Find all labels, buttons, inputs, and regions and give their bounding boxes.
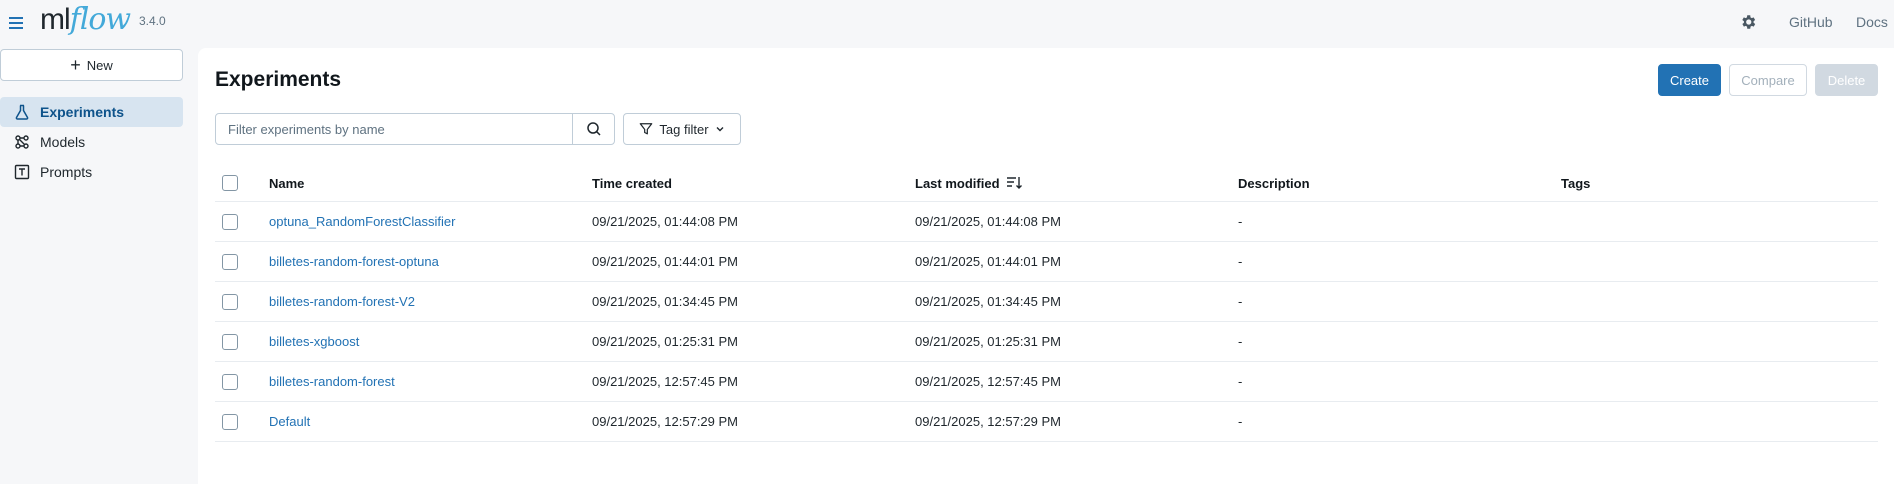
experiment-name-link[interactable]: billetes-random-forest (269, 362, 395, 401)
last-modified: 09/21/2025, 12:57:29 PM (915, 414, 1062, 429)
last-modified: 09/21/2025, 01:34:45 PM (915, 294, 1062, 309)
column-header-tags: Tags (1561, 175, 1591, 191)
gear-icon[interactable] (1739, 13, 1757, 31)
table-row: billetes-random-forest-V2 09/21/2025, 01… (215, 282, 1878, 322)
sidebar-item-label: Models (40, 134, 86, 150)
last-modified: 09/21/2025, 01:44:08 PM (915, 214, 1062, 229)
docs-link[interactable]: Docs (1856, 14, 1888, 30)
sidebar-item-experiments[interactable]: Experiments (0, 97, 183, 127)
plus-icon: + (70, 55, 81, 75)
table-row: optuna_RandomForestClassifier 09/21/2025… (215, 202, 1878, 242)
sidebar-item-label: Prompts (40, 164, 93, 180)
column-header-description: Description (1238, 175, 1310, 191)
time-created: 09/21/2025, 01:34:45 PM (592, 294, 739, 309)
top-bar: ml flow 3.4.0 GitHub Docs (0, 0, 1894, 48)
sidebar-item-prompts[interactable]: Prompts (0, 157, 183, 187)
table-row: billetes-random-forest-optuna 09/21/2025… (215, 242, 1878, 282)
description: - (1238, 294, 1243, 309)
version-label: 3.4.0 (139, 14, 166, 28)
tag-filter-label: Tag filter (659, 121, 709, 137)
menu-icon[interactable] (8, 12, 30, 34)
search-input[interactable] (216, 114, 572, 144)
last-modified: 09/21/2025, 12:57:45 PM (915, 374, 1062, 389)
page-title: Experiments (215, 68, 342, 91)
sidebar: + New Experiments Models Prompts (0, 48, 190, 484)
experiment-name-link[interactable]: billetes-random-forest-optuna (269, 242, 439, 281)
row-checkbox[interactable] (222, 253, 238, 270)
column-header-label: Last modified (915, 175, 1000, 191)
column-header-last-modified[interactable]: Last modified (915, 165, 1022, 201)
sidebar-item-label: Experiments (40, 104, 125, 120)
column-header-name[interactable]: Name (269, 165, 304, 201)
experiment-name-link[interactable]: optuna_RandomForestClassifier (269, 202, 455, 241)
delete-button[interactable]: Delete (1815, 64, 1878, 96)
experiments-table: Name Time created Last modified Descript… (215, 165, 1878, 442)
beaker-icon (15, 104, 29, 120)
time-created: 09/21/2025, 01:44:01 PM (592, 254, 739, 269)
mlflow-logo[interactable]: ml flow (40, 2, 131, 37)
tag-filter-button[interactable]: Tag filter (623, 113, 741, 145)
time-created: 09/21/2025, 01:44:08 PM (592, 214, 739, 229)
description: - (1238, 374, 1243, 389)
new-button[interactable]: + New (0, 49, 183, 81)
search-icon (586, 122, 601, 136)
description: - (1238, 214, 1243, 229)
column-header-time-created[interactable]: Time created (592, 165, 672, 201)
experiment-name-link[interactable]: Default (269, 402, 310, 441)
row-checkbox[interactable] (222, 373, 238, 390)
time-created: 09/21/2025, 12:57:29 PM (592, 414, 739, 429)
create-button[interactable]: Create (1658, 64, 1721, 96)
last-modified: 09/21/2025, 01:44:01 PM (915, 254, 1062, 269)
experiment-name-link[interactable]: billetes-random-forest-V2 (269, 282, 415, 321)
table-row: Default 09/21/2025, 12:57:29 PM 09/21/20… (215, 402, 1878, 442)
row-checkbox[interactable] (222, 293, 238, 310)
search-button[interactable] (572, 114, 614, 144)
filter-icon (640, 123, 653, 135)
last-modified: 09/21/2025, 01:25:31 PM (915, 334, 1062, 349)
row-checkbox[interactable] (222, 333, 238, 350)
table-row: billetes-random-forest 09/21/2025, 12:57… (215, 362, 1878, 402)
description: - (1238, 414, 1243, 429)
models-icon (15, 135, 29, 149)
description: - (1238, 254, 1243, 269)
search-box (215, 113, 615, 145)
table-row: billetes-xgboost 09/21/2025, 01:25:31 PM… (215, 322, 1878, 362)
sidebar-item-models[interactable]: Models (0, 127, 183, 157)
experiment-name-link[interactable]: billetes-xgboost (269, 322, 359, 361)
compare-button[interactable]: Compare (1729, 64, 1807, 96)
sort-descending-icon[interactable] (1006, 176, 1022, 190)
time-created: 09/21/2025, 01:25:31 PM (592, 334, 739, 349)
description: - (1238, 334, 1243, 349)
prompt-icon (14, 164, 30, 180)
row-checkbox[interactable] (222, 213, 238, 230)
chevron-down-icon (716, 127, 724, 132)
github-link[interactable]: GitHub (1789, 14, 1833, 30)
table-header: Name Time created Last modified Descript… (215, 165, 1878, 202)
row-checkbox[interactable] (222, 413, 238, 430)
select-all-checkbox[interactable] (222, 175, 238, 191)
main-panel: Experiments Create Compare Delete Tag fi… (198, 48, 1894, 484)
time-created: 09/21/2025, 12:57:45 PM (592, 374, 739, 389)
new-button-label: New (86, 57, 113, 73)
